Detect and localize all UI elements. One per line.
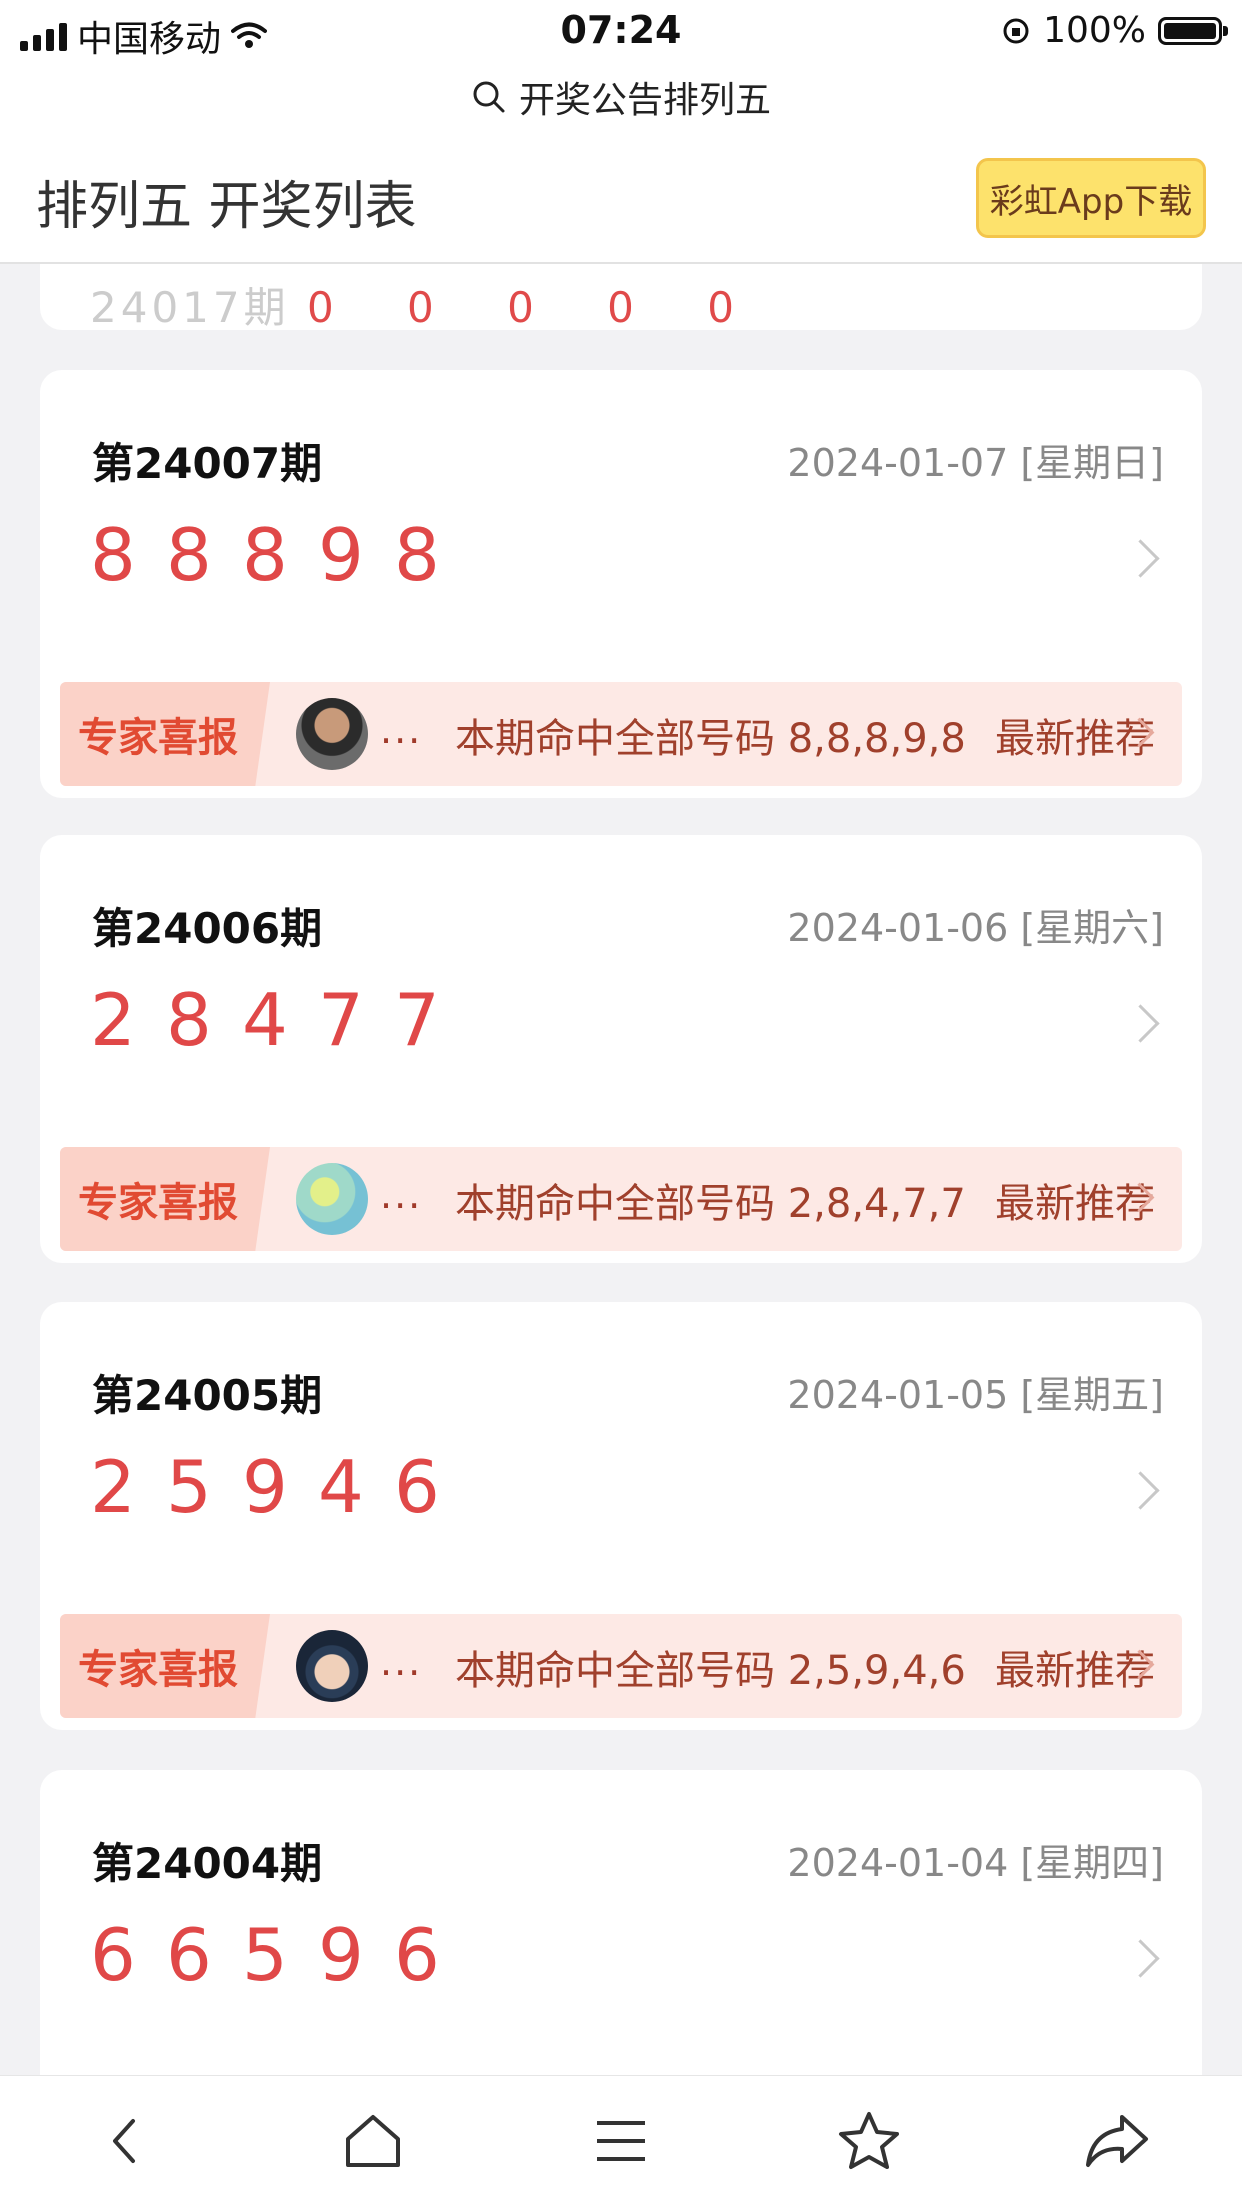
- battery-icon: [1158, 16, 1228, 45]
- address-bar[interactable]: 开奖公告排列五: [0, 62, 1242, 133]
- issue-number: 第24004期: [92, 1839, 323, 1888]
- winning-digit: 9: [318, 1913, 364, 1997]
- chevron-right-icon[interactable]: [1121, 1939, 1160, 1978]
- expert-report-bar[interactable]: 专家喜报 ... 本期命中全部号码 2,5,9,4,6 最新推荐: [60, 1614, 1182, 1718]
- home-icon[interactable]: [328, 2096, 418, 2186]
- menu-icon[interactable]: [576, 2096, 666, 2186]
- expert-report-tag: 专家喜报: [60, 682, 270, 786]
- orientation-lock-icon: [1003, 18, 1029, 43]
- winning-digit: 7: [318, 978, 364, 1062]
- winning-digit: 6: [166, 1913, 212, 1997]
- winning-numbers: 6 6 5 9 6: [90, 1910, 440, 2000]
- winning-numbers: 8 8 8 9 8: [90, 510, 440, 600]
- hit-text: 本期命中全部号码 2,5,9,4,6: [455, 1648, 966, 1694]
- winning-digit: 2: [90, 978, 136, 1062]
- draw-date: 2024-01-07 [星期日]: [787, 441, 1164, 485]
- partial-numbers: 0 0 0 0 0: [306, 283, 764, 332]
- chevron-right-icon[interactable]: [1121, 1471, 1160, 1510]
- chevron-right-icon[interactable]: [1121, 539, 1160, 578]
- draw-date: 2024-01-06 [星期六]: [787, 906, 1164, 950]
- winning-digit: 8: [90, 513, 136, 597]
- winning-digit: 6: [394, 1913, 440, 1997]
- winning-numbers: 2 5 9 4 6: [90, 1442, 440, 1532]
- winning-digit: 4: [242, 978, 288, 1062]
- draw-date: 2024-01-04 [星期四]: [787, 1841, 1164, 1885]
- chevron-right-icon[interactable]: [1121, 1004, 1160, 1043]
- draw-date: 2024-01-05 [星期五]: [787, 1373, 1164, 1417]
- browser-toolbar: [0, 2075, 1242, 2209]
- partial-draw-text: 24017期 0 0 0 0 0: [90, 274, 764, 335]
- winning-numbers: 2 8 4 7 7: [90, 975, 440, 1065]
- winning-digit: 8: [166, 513, 212, 597]
- draw-card[interactable]: 第24005期 2024-01-05 [星期五] 2 5 9 4 6 专家喜报 …: [40, 1302, 1202, 1730]
- expert-avatar: [296, 1630, 368, 1702]
- winning-digit: 4: [318, 1445, 364, 1529]
- winning-digit: 6: [90, 1913, 136, 1997]
- status-right: 100%: [1001, 10, 1228, 51]
- expert-report-bar[interactable]: 专家喜报 ... 本期命中全部号码 2,8,4,7,7 最新推荐: [60, 1147, 1182, 1251]
- page-title: 排列五 开奖列表: [36, 177, 417, 237]
- expert-name-ellipsis: ...: [380, 708, 423, 752]
- hit-text: 本期命中全部号码 2,8,4,7,7: [455, 1181, 966, 1227]
- expert-report-tag: 专家喜报: [60, 1614, 270, 1718]
- expert-avatar: [296, 698, 368, 770]
- winning-digit: 8: [166, 978, 212, 1062]
- issue-number: 第24007期: [92, 439, 323, 488]
- page-header: 排列五 开奖列表 彩虹App下载: [0, 132, 1242, 264]
- expert-name-ellipsis: ...: [380, 1173, 423, 1217]
- partial-issue: 24017期: [90, 283, 290, 332]
- winning-digit: 6: [394, 1445, 440, 1529]
- winning-digit: 5: [166, 1445, 212, 1529]
- issue-number: 第24005期: [92, 1371, 323, 1420]
- winning-digit: 8: [242, 513, 288, 597]
- draw-card[interactable]: 第24007期 2024-01-07 [星期日] 8 8 8 9 8 专家喜报 …: [40, 370, 1202, 798]
- back-icon[interactable]: [80, 2096, 170, 2186]
- hit-text: 本期命中全部号码 8,8,8,9,8: [455, 716, 966, 762]
- expert-name-ellipsis: ...: [380, 1640, 423, 1684]
- expert-report-bar[interactable]: 专家喜报 ... 本期命中全部号码 8,8,8,9,8 最新推荐: [60, 682, 1182, 786]
- app-download-button[interactable]: 彩虹App下载: [976, 158, 1206, 238]
- expert-avatar: [296, 1163, 368, 1235]
- issue-number: 第24006期: [92, 904, 323, 953]
- status-bar: 中国移动 07:24 100%: [0, 0, 1242, 62]
- draw-card[interactable]: 第24006期 2024-01-06 [星期六] 2 8 4 7 7 专家喜报 …: [40, 835, 1202, 1263]
- expert-report-tag: 专家喜报: [60, 1147, 270, 1251]
- winning-digit: 8: [394, 513, 440, 597]
- draw-list[interactable]: 24017期 0 0 0 0 0 第24007期 2024-01-07 [星期日…: [0, 262, 1242, 2075]
- address-text: 开奖公告排列五: [518, 80, 771, 121]
- winning-digit: 9: [242, 1445, 288, 1529]
- battery-label: 100%: [1043, 10, 1146, 51]
- star-icon[interactable]: [824, 2096, 914, 2186]
- share-icon[interactable]: [1072, 2096, 1162, 2186]
- partial-draw-card[interactable]: 24017期 0 0 0 0 0: [40, 262, 1202, 332]
- draw-card[interactable]: 第24004期 2024-01-04 [星期四] 6 6 5 9 6: [40, 1770, 1202, 2075]
- search-icon: [473, 81, 505, 113]
- winning-digit: 2: [90, 1445, 136, 1529]
- winning-digit: 9: [318, 513, 364, 597]
- winning-digit: 5: [242, 1913, 288, 1997]
- winning-digit: 7: [394, 978, 440, 1062]
